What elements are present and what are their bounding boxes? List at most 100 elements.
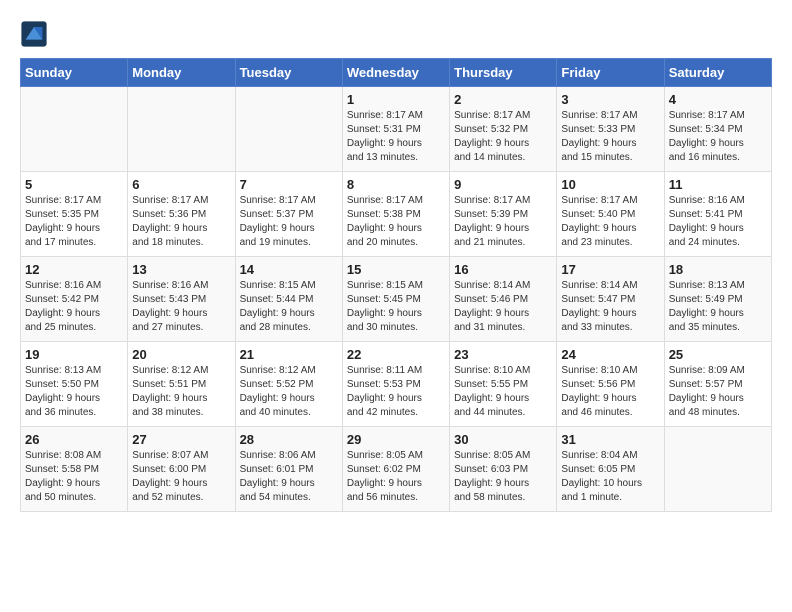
day-info: Sunrise: 8:17 AM Sunset: 5:31 PM Dayligh… bbox=[347, 109, 445, 165]
day-info: Sunrise: 8:17 AM Sunset: 5:40 PM Dayligh… bbox=[561, 194, 659, 250]
day-number: 17 bbox=[561, 262, 659, 277]
day-info: Sunrise: 8:10 AM Sunset: 5:55 PM Dayligh… bbox=[454, 364, 552, 420]
calendar-day-cell: 7 Sunrise: 8:17 AM Sunset: 5:37 PM Daylig… bbox=[235, 172, 342, 257]
day-number: 13 bbox=[132, 262, 230, 277]
day-number: 10 bbox=[561, 177, 659, 192]
calendar-day-cell: 2Sunrise: 8:17 AM Sunset: 5:32 PM Daylig… bbox=[450, 87, 557, 172]
day-number: 24 bbox=[561, 347, 659, 362]
day-number: 27 bbox=[132, 432, 230, 447]
weekday-header: Sunday bbox=[21, 59, 128, 87]
calendar-day-cell: 16 Sunrise: 8:14 AM Sunset: 5:46 PM Dayli… bbox=[450, 257, 557, 342]
day-number: 6 bbox=[132, 177, 230, 192]
day-info: Sunrise: 8:14 AM Sunset: 5:46 PM Dayligh… bbox=[454, 279, 552, 335]
day-info: Sunrise: 8:09 AM Sunset: 5:57 PM Dayligh… bbox=[669, 364, 767, 420]
day-info: Sunrise: 8:05 AM Sunset: 6:03 PM Dayligh… bbox=[454, 449, 552, 505]
day-info: Sunrise: 8:08 AM Sunset: 5:58 PM Dayligh… bbox=[25, 449, 123, 505]
day-number: 22 bbox=[347, 347, 445, 362]
calendar-week-row: 12Sunrise: 8:16 AM Sunset: 5:42 PM Dayli… bbox=[21, 257, 772, 342]
logo bbox=[20, 20, 50, 48]
day-number: 11 bbox=[669, 177, 767, 192]
calendar-day-cell: 21 Sunrise: 8:12 AM Sunset: 5:52 PM Dayli… bbox=[235, 342, 342, 427]
weekday-header: Friday bbox=[557, 59, 664, 87]
day-info: Sunrise: 8:17 AM Sunset: 5:33 PM Dayligh… bbox=[561, 109, 659, 165]
calendar-day-cell: 25 Sunrise: 8:09 AM Sunset: 5:57 PM Dayli… bbox=[664, 342, 771, 427]
calendar-day-cell bbox=[21, 87, 128, 172]
calendar-day-cell: 17 Sunrise: 8:14 AM Sunset: 5:47 PM Dayli… bbox=[557, 257, 664, 342]
calendar-day-cell: 27 Sunrise: 8:07 AM Sunset: 6:00 PM Dayli… bbox=[128, 427, 235, 512]
day-number: 4 bbox=[669, 92, 767, 107]
day-number: 14 bbox=[240, 262, 338, 277]
calendar-day-cell: 9 Sunrise: 8:17 AM Sunset: 5:39 PM Daylig… bbox=[450, 172, 557, 257]
day-number: 5 bbox=[25, 177, 123, 192]
calendar-day-cell: 3 Sunrise: 8:17 AM Sunset: 5:33 PM Daylig… bbox=[557, 87, 664, 172]
day-info: Sunrise: 8:16 AM Sunset: 5:41 PM Dayligh… bbox=[669, 194, 767, 250]
calendar-week-row: 19 Sunrise: 8:13 AM Sunset: 5:50 PM Dayli… bbox=[21, 342, 772, 427]
weekday-header: Thursday bbox=[450, 59, 557, 87]
day-number: 8 bbox=[347, 177, 445, 192]
day-number: 18 bbox=[669, 262, 767, 277]
day-info: Sunrise: 8:17 AM Sunset: 5:38 PM Dayligh… bbox=[347, 194, 445, 250]
day-info: Sunrise: 8:04 AM Sunset: 6:05 PM Dayligh… bbox=[561, 449, 659, 505]
day-info: Sunrise: 8:13 AM Sunset: 5:50 PM Dayligh… bbox=[25, 364, 123, 420]
calendar-day-cell: 31 Sunrise: 8:04 AM Sunset: 6:05 PM Dayli… bbox=[557, 427, 664, 512]
calendar-week-row: 1 Sunrise: 8:17 AM Sunset: 5:31 PM Daylig… bbox=[21, 87, 772, 172]
day-info: Sunrise: 8:16 AM Sunset: 5:43 PM Dayligh… bbox=[132, 279, 230, 335]
calendar-day-cell: 26 Sunrise: 8:08 AM Sunset: 5:58 PM Dayli… bbox=[21, 427, 128, 512]
weekday-header: Monday bbox=[128, 59, 235, 87]
day-number: 3 bbox=[561, 92, 659, 107]
calendar-day-cell: 30Sunrise: 8:05 AM Sunset: 6:03 PM Dayli… bbox=[450, 427, 557, 512]
day-info: Sunrise: 8:17 AM Sunset: 5:37 PM Dayligh… bbox=[240, 194, 338, 250]
weekday-header: Tuesday bbox=[235, 59, 342, 87]
calendar-day-cell: 4 Sunrise: 8:17 AM Sunset: 5:34 PM Daylig… bbox=[664, 87, 771, 172]
calendar-day-cell: 18 Sunrise: 8:13 AM Sunset: 5:49 PM Dayli… bbox=[664, 257, 771, 342]
day-number: 28 bbox=[240, 432, 338, 447]
day-info: Sunrise: 8:15 AM Sunset: 5:44 PM Dayligh… bbox=[240, 279, 338, 335]
calendar-table: SundayMondayTuesdayWednesdayThursdayFrid… bbox=[20, 58, 772, 512]
weekday-header-row: SundayMondayTuesdayWednesdayThursdayFrid… bbox=[21, 59, 772, 87]
day-info: Sunrise: 8:17 AM Sunset: 5:39 PM Dayligh… bbox=[454, 194, 552, 250]
day-number: 29 bbox=[347, 432, 445, 447]
day-info: Sunrise: 8:11 AM Sunset: 5:53 PM Dayligh… bbox=[347, 364, 445, 420]
day-number: 16 bbox=[454, 262, 552, 277]
day-number: 31 bbox=[561, 432, 659, 447]
day-number: 23 bbox=[454, 347, 552, 362]
calendar-day-cell: 29 Sunrise: 8:05 AM Sunset: 6:02 PM Dayli… bbox=[342, 427, 449, 512]
day-number: 9 bbox=[454, 177, 552, 192]
day-info: Sunrise: 8:07 AM Sunset: 6:00 PM Dayligh… bbox=[132, 449, 230, 505]
calendar-day-cell bbox=[235, 87, 342, 172]
calendar-day-cell: 12Sunrise: 8:16 AM Sunset: 5:42 PM Dayli… bbox=[21, 257, 128, 342]
day-number: 25 bbox=[669, 347, 767, 362]
day-number: 7 bbox=[240, 177, 338, 192]
header bbox=[20, 20, 772, 48]
calendar-day-cell: 23 Sunrise: 8:10 AM Sunset: 5:55 PM Dayli… bbox=[450, 342, 557, 427]
calendar-day-cell: 11 Sunrise: 8:16 AM Sunset: 5:41 PM Dayli… bbox=[664, 172, 771, 257]
day-info: Sunrise: 8:13 AM Sunset: 5:49 PM Dayligh… bbox=[669, 279, 767, 335]
weekday-header: Saturday bbox=[664, 59, 771, 87]
calendar-day-cell: 1 Sunrise: 8:17 AM Sunset: 5:31 PM Daylig… bbox=[342, 87, 449, 172]
day-number: 21 bbox=[240, 347, 338, 362]
day-info: Sunrise: 8:12 AM Sunset: 5:52 PM Dayligh… bbox=[240, 364, 338, 420]
day-number: 26 bbox=[25, 432, 123, 447]
weekday-header: Wednesday bbox=[342, 59, 449, 87]
day-number: 2 bbox=[454, 92, 552, 107]
calendar-day-cell bbox=[664, 427, 771, 512]
calendar-day-cell: 10 Sunrise: 8:17 AM Sunset: 5:40 PM Dayli… bbox=[557, 172, 664, 257]
calendar-day-cell: 22 Sunrise: 8:11 AM Sunset: 5:53 PM Dayli… bbox=[342, 342, 449, 427]
day-info: Sunrise: 8:10 AM Sunset: 5:56 PM Dayligh… bbox=[561, 364, 659, 420]
calendar-day-cell: 8 Sunrise: 8:17 AM Sunset: 5:38 PM Daylig… bbox=[342, 172, 449, 257]
calendar-day-cell: 5Sunrise: 8:17 AM Sunset: 5:35 PM Daylig… bbox=[21, 172, 128, 257]
day-number: 15 bbox=[347, 262, 445, 277]
day-number: 12 bbox=[25, 262, 123, 277]
calendar-week-row: 5Sunrise: 8:17 AM Sunset: 5:35 PM Daylig… bbox=[21, 172, 772, 257]
day-info: Sunrise: 8:17 AM Sunset: 5:36 PM Dayligh… bbox=[132, 194, 230, 250]
day-info: Sunrise: 8:12 AM Sunset: 5:51 PM Dayligh… bbox=[132, 364, 230, 420]
day-info: Sunrise: 8:17 AM Sunset: 5:34 PM Dayligh… bbox=[669, 109, 767, 165]
calendar-day-cell: 28Sunrise: 8:06 AM Sunset: 6:01 PM Dayli… bbox=[235, 427, 342, 512]
day-info: Sunrise: 8:05 AM Sunset: 6:02 PM Dayligh… bbox=[347, 449, 445, 505]
calendar-day-cell: 15Sunrise: 8:15 AM Sunset: 5:45 PM Dayli… bbox=[342, 257, 449, 342]
calendar-day-cell: 19 Sunrise: 8:13 AM Sunset: 5:50 PM Dayli… bbox=[21, 342, 128, 427]
day-info: Sunrise: 8:14 AM Sunset: 5:47 PM Dayligh… bbox=[561, 279, 659, 335]
day-number: 1 bbox=[347, 92, 445, 107]
calendar-day-cell: 6 Sunrise: 8:17 AM Sunset: 5:36 PM Daylig… bbox=[128, 172, 235, 257]
day-number: 19 bbox=[25, 347, 123, 362]
